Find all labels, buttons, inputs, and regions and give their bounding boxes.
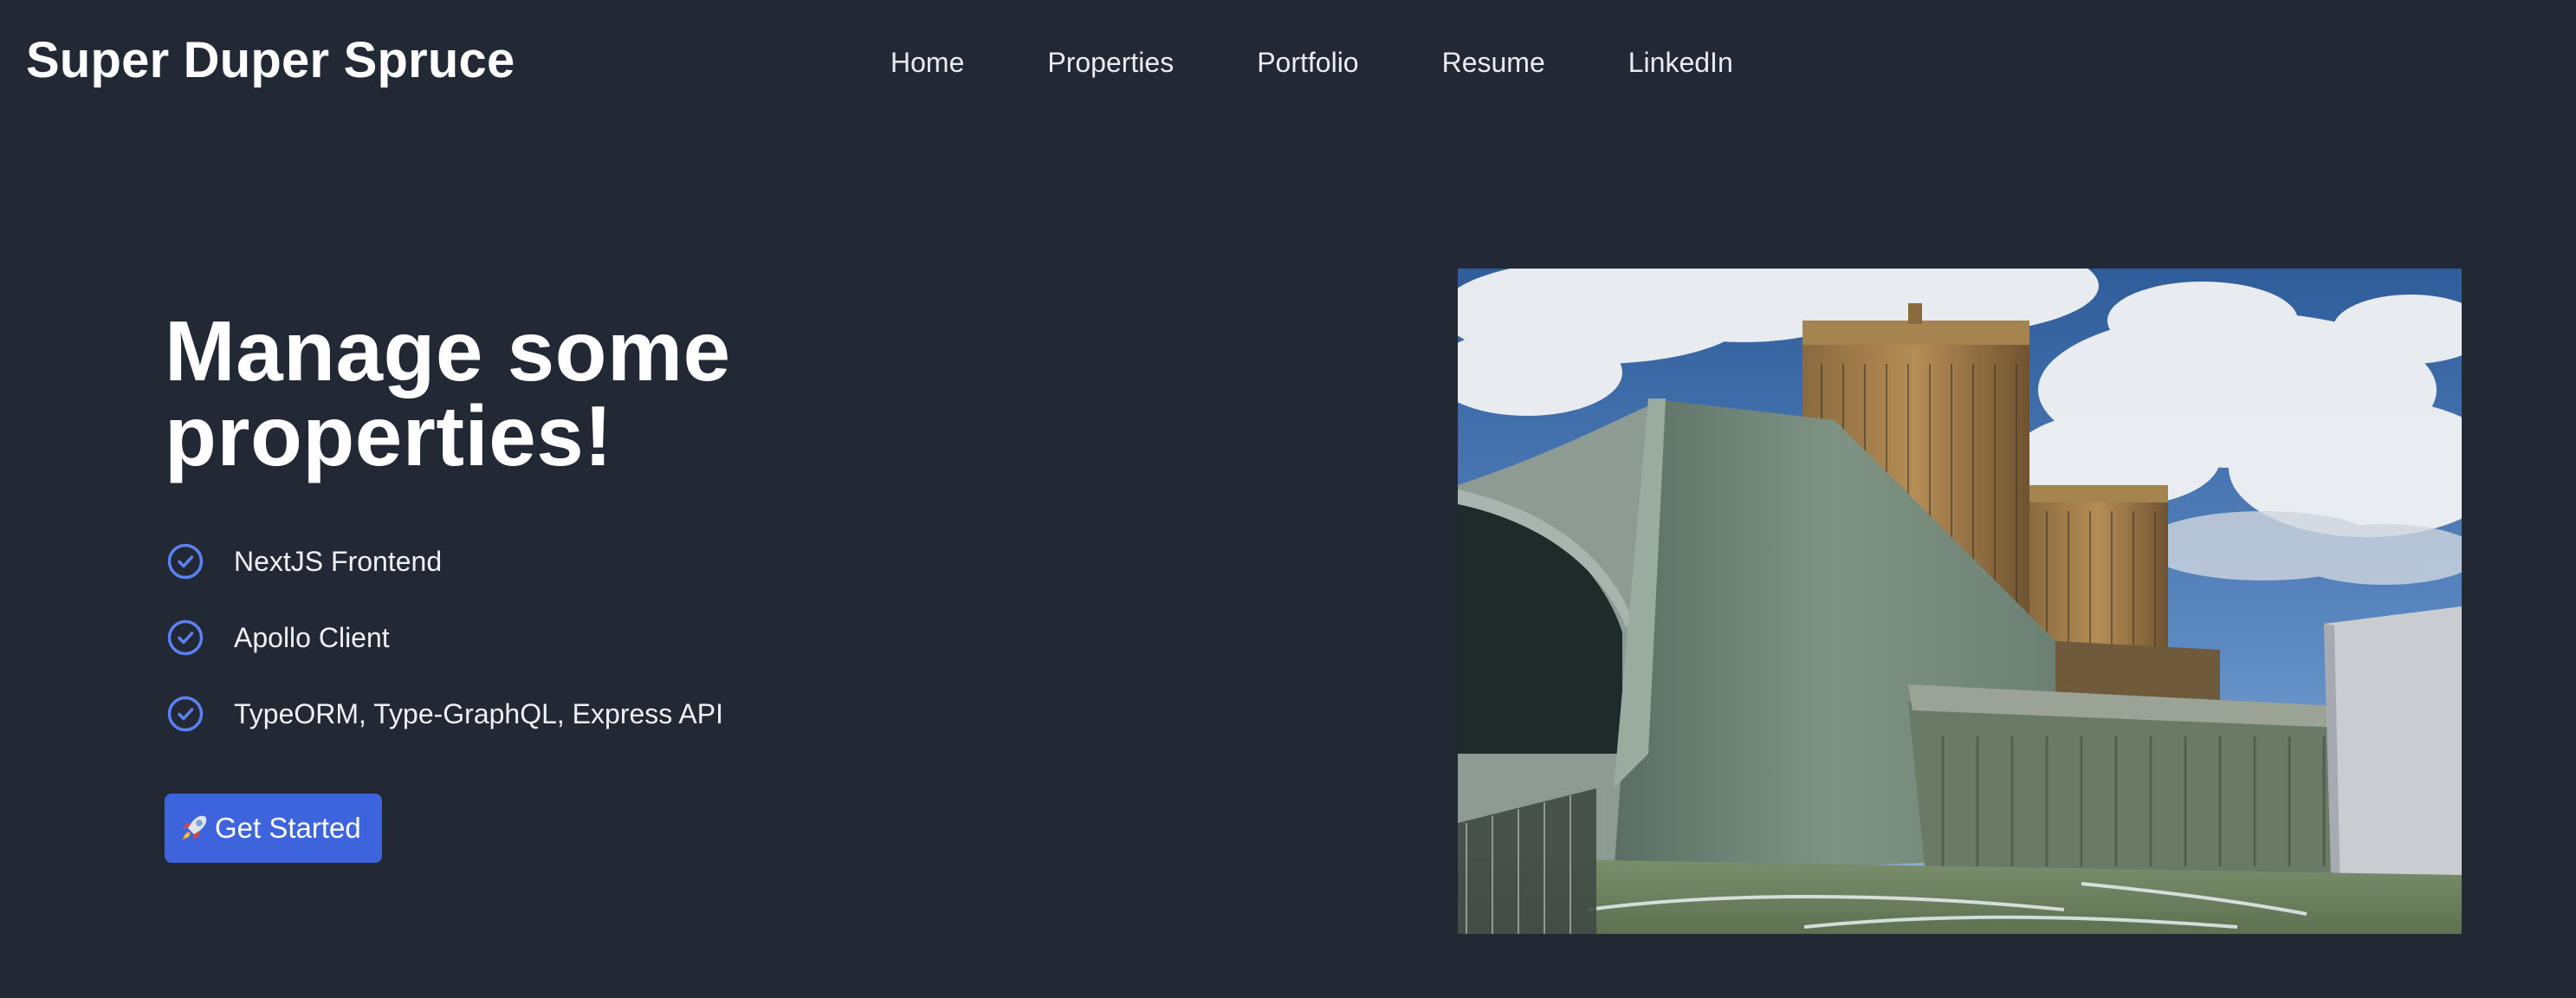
nav-link-linkedin[interactable]: LinkedIn: [1628, 47, 1733, 79]
nav-link-home[interactable]: Home: [890, 47, 964, 79]
feature-item: TypeORM, Type-GraphQL, Express API: [165, 676, 944, 752]
brand-logo[interactable]: Super Duper Spruce: [26, 31, 515, 89]
feature-label: NextJS Frontend: [234, 545, 443, 577]
nav-link-properties[interactable]: Properties: [1047, 47, 1174, 79]
rocket-icon: [183, 815, 207, 839]
hero-headline: Manage some properties!: [165, 308, 944, 478]
nav-links: Home Properties Portfolio Resume LinkedI…: [890, 47, 1733, 79]
get-started-button[interactable]: Get Started: [165, 794, 382, 863]
hero-headline-line2: properties!: [165, 388, 613, 483]
feature-label: TypeORM, Type-GraphQL, Express API: [234, 697, 723, 729]
building-photo-icon: [1458, 269, 2462, 934]
nav-link-resume[interactable]: Resume: [1442, 47, 1545, 79]
feature-list: NextJS Frontend Apollo Client TypeORM, T…: [165, 523, 944, 752]
hero-text: Manage some properties! NextJS Frontend …: [165, 308, 944, 863]
check-circle-icon: [167, 619, 204, 656]
hero-image: [1458, 269, 2462, 934]
nav-link-portfolio[interactable]: Portfolio: [1257, 47, 1358, 79]
check-circle-icon: [167, 543, 204, 580]
feature-label: Apollo Client: [234, 621, 390, 653]
get-started-label: Get Started: [215, 812, 361, 844]
feature-item: Apollo Client: [165, 599, 944, 676]
feature-item: NextJS Frontend: [165, 523, 944, 599]
hero-headline-line1: Manage some: [165, 303, 731, 399]
check-circle-icon: [167, 696, 204, 732]
navbar: Super Duper Spruce Home Properties Portf…: [0, 0, 2576, 130]
